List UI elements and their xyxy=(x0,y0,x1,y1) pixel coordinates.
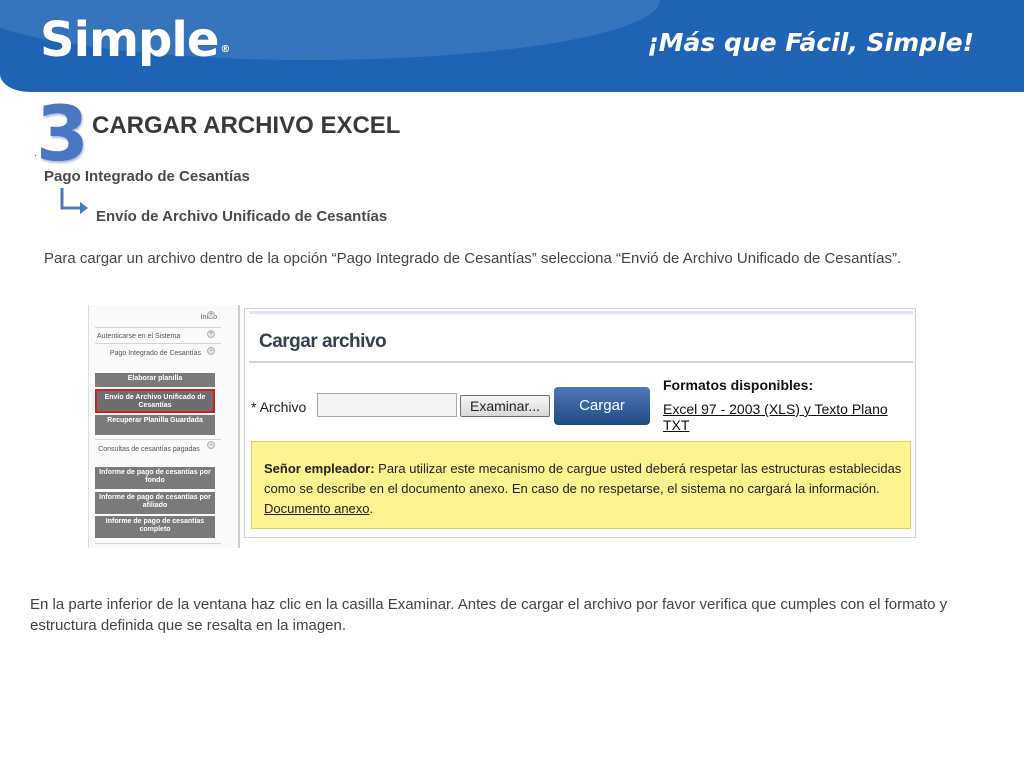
slogan: ¡Más que Fácil, Simple! xyxy=(647,28,974,57)
collapse-icon[interactable]: − xyxy=(207,347,215,355)
arrow-right-icon xyxy=(60,188,88,214)
employer-notice: Señor empleador: Para utilizar este meca… xyxy=(251,441,911,529)
formats-link[interactable]: Excel 97 - 2003 (XLS) y Texto Plano TXT xyxy=(663,401,915,433)
footer-paragraph: En la parte inferior de la ventana haz c… xyxy=(30,596,948,634)
sidebar-item-consultas[interactable]: Consultas de cesantías pagadas xyxy=(97,445,201,454)
upload-panel: Cargar archivo * Archivo Examinar... Car… xyxy=(244,308,916,538)
sidebar-item-autenticarse[interactable]: Autenticarse en el Sistema xyxy=(97,332,219,341)
header-banner: Simple ® ¡Más que Fácil, Simple! xyxy=(0,0,1024,92)
expand-icon[interactable]: + xyxy=(207,330,215,338)
sidebar-menu: Inicio + Autenticarse en el Sistema + Pa… xyxy=(88,305,240,548)
annex-document-link[interactable]: Documento anexo xyxy=(264,501,370,516)
divider xyxy=(95,327,221,328)
load-button[interactable]: Cargar xyxy=(554,387,650,425)
sidebar-item-informe-afiliado[interactable]: Informe de pago de cesantías por afiliad… xyxy=(95,492,215,514)
notice-heading: Señor empleador: xyxy=(264,461,375,476)
notice-end: . xyxy=(369,501,374,516)
sidebar-item-pago-integrado[interactable]: Pago Integrado de Cesantías xyxy=(101,349,201,358)
formats-title: Formatos disponibles: xyxy=(663,377,814,393)
panel-divider xyxy=(249,361,913,363)
divider xyxy=(95,343,221,344)
expand-icon[interactable]: + xyxy=(207,311,215,319)
sidebar-item-informe-fondo[interactable]: Informe de pago de cesantías por fondo xyxy=(95,467,215,489)
sidebar-item-inicio[interactable]: Inicio xyxy=(95,313,217,322)
bullet: · xyxy=(34,150,38,161)
sidebar-item-elaborar[interactable]: Elaborar planilla xyxy=(95,373,215,387)
breadcrumb-level1: Pago Integrado de Cesantías xyxy=(44,168,250,185)
upload-title: Cargar archivo xyxy=(259,331,387,352)
breadcrumb-level2: Envío de Archivo Unificado de Cesantías xyxy=(96,208,388,225)
file-path-input[interactable] xyxy=(317,393,457,417)
panel-top-border xyxy=(249,311,913,314)
divider xyxy=(95,543,221,544)
browse-button[interactable]: Examinar... xyxy=(460,395,550,417)
page-title: CARGAR ARCHIVO EXCEL xyxy=(92,112,401,139)
divider xyxy=(95,439,221,440)
sidebar-item-recuperar[interactable]: Recuperar Planilla Guardada xyxy=(95,415,215,435)
intro-paragraph: Para cargar un archivo dentro de la opci… xyxy=(44,250,902,267)
simple-logo: Simple ® xyxy=(40,12,230,68)
collapse-icon[interactable]: − xyxy=(207,441,215,449)
notice-text: Señor empleador: Para utilizar este meca… xyxy=(264,459,904,519)
step-number: 3 xyxy=(36,89,89,178)
sidebar-item-informe-completo[interactable]: Informe de pago de cesantías completo xyxy=(95,516,215,538)
sidebar-item-envio-archivo[interactable]: Envío de Archivo Unificado de Cesantías xyxy=(95,389,215,413)
archivo-label: * Archivo xyxy=(251,399,307,415)
